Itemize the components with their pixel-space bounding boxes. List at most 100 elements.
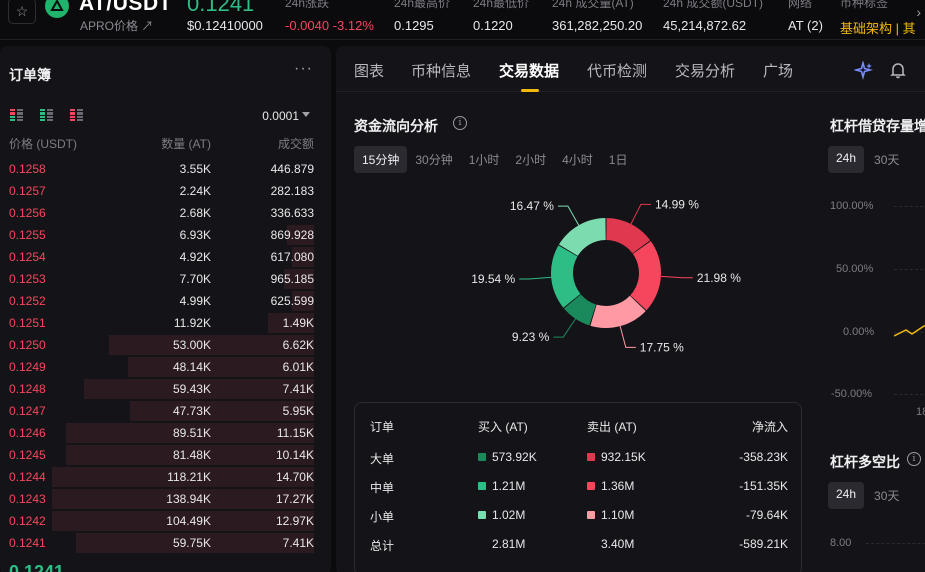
sell-cell: 3.40M	[601, 537, 635, 551]
ask-row[interactable]: 0.1248 59.43K 7.41K	[0, 378, 331, 400]
chevron-down-icon[interactable]	[302, 112, 310, 117]
view-bids-icon[interactable]	[40, 109, 54, 121]
fund-flow-title: 资金流向分析	[354, 118, 438, 134]
ask-turnover: 10.14K	[275, 448, 314, 462]
info-icon[interactable]: i	[453, 116, 467, 130]
ask-price: 0.1257	[9, 184, 46, 198]
legend-square	[478, 453, 486, 461]
net-cell: -79.64K	[745, 508, 788, 522]
ask-turnover: 625.599	[270, 294, 314, 308]
tab-trading-data[interactable]: 交易数据	[499, 60, 559, 81]
ask-row[interactable]: 0.1250 53.00K 6.62K	[0, 334, 331, 356]
range-30d[interactable]: 30天	[866, 482, 907, 509]
y-tick: 100.00%	[830, 200, 874, 212]
stat-value: 0.1220	[473, 18, 513, 33]
slice-label: 17.75 %	[640, 340, 684, 354]
ask-row[interactable]: 0.1245 81.48K 10.14K	[0, 444, 331, 466]
chevron-right-icon[interactable]: ›	[916, 4, 921, 20]
tick-size-select[interactable]: 0.0001	[262, 109, 299, 123]
ask-row[interactable]: 0.1258 3.55K 446.879	[0, 158, 331, 180]
header-qty: 数量 (AT)	[161, 137, 211, 151]
net-cell: -589.21K	[739, 537, 788, 551]
ask-price: 0.1256	[9, 206, 46, 220]
stat-value: AT (2)	[788, 18, 823, 33]
sell-cell: 1.36M	[587, 479, 634, 493]
interval-2h[interactable]: 2小时	[507, 146, 554, 173]
ai-sparkle-icon[interactable]	[852, 59, 874, 84]
ask-row[interactable]: 0.1257 2.24K 282.183	[0, 180, 331, 202]
orderbook-last-price: 0.1241	[9, 562, 65, 572]
ask-row[interactable]: 0.1246 89.51K 11.15K	[0, 422, 331, 444]
interval-4h[interactable]: 4小时	[554, 146, 601, 173]
header-price: 价格 (USDT)	[9, 137, 77, 151]
ask-row[interactable]: 0.1252 4.99K 625.599	[0, 290, 331, 312]
ask-qty: 4.99K	[179, 294, 211, 308]
buy-cell: 1.21M	[478, 479, 525, 493]
leader-line	[619, 324, 636, 348]
ask-row[interactable]: 0.1244 118.21K 14.70K	[0, 466, 331, 488]
sell-cell: 932.15K	[587, 450, 646, 464]
ask-row[interactable]: 0.1247 47.73K 5.95K	[0, 400, 331, 422]
range-30d[interactable]: 30天	[866, 146, 907, 173]
net-cell: -151.35K	[739, 479, 788, 493]
grid-line	[866, 543, 925, 544]
ask-price: 0.1249	[9, 360, 46, 374]
y-tick: 8.00	[830, 537, 852, 549]
ask-price: 0.1248	[9, 382, 46, 396]
ask-qty: 2.24K	[179, 184, 211, 198]
ask-turnover: 446.879	[270, 162, 314, 176]
more-options-icon[interactable]: ···	[294, 60, 313, 78]
bell-icon[interactable]	[889, 61, 907, 82]
ask-row[interactable]: 0.1255 6.93K 869.928	[0, 224, 331, 246]
ask-row[interactable]: 0.1242 104.49K 12.97K	[0, 510, 331, 532]
interval-1h[interactable]: 1小时	[461, 146, 508, 173]
fund-flow-table: 订单 买入 (AT) 卖出 (AT) 净流入 大单 573.92K 932.15…	[354, 402, 802, 572]
stat-value: 361,282,250.20	[552, 18, 643, 33]
ask-row[interactable]: 0.1253 7.70K 965.185	[0, 268, 331, 290]
buy-cell: 1.02M	[478, 508, 525, 522]
ask-price: 0.1246	[9, 426, 46, 440]
interval-1d[interactable]: 1日	[601, 146, 636, 173]
net-cell: -358.23K	[739, 450, 788, 464]
view-both-icon[interactable]	[10, 109, 24, 121]
tab-chart[interactable]: 图表	[354, 60, 384, 81]
tab-square[interactable]: 广场	[763, 60, 793, 81]
pair-name[interactable]: AT/USDT	[79, 0, 172, 16]
ask-turnover: 282.183	[270, 184, 314, 198]
tab-coin-info[interactable]: 币种信息	[411, 60, 471, 81]
ask-qty: 89.51K	[172, 426, 211, 440]
range-24h[interactable]: 24h	[828, 146, 865, 173]
slice-label: 9.23 %	[512, 330, 550, 344]
ask-qty: 138.94K	[166, 492, 211, 506]
ask-row[interactable]: 0.1254 4.92K 617.080	[0, 246, 331, 268]
favorite-star-icon[interactable]: ☆	[8, 0, 36, 24]
view-asks-icon[interactable]	[70, 109, 84, 121]
ask-row[interactable]: 0.1249 48.14K 6.01K	[0, 356, 331, 378]
margin-ratio-range: 24h 30天	[828, 482, 909, 509]
ask-price: 0.1247	[9, 404, 46, 418]
tab-token-check[interactable]: 代币检测	[587, 60, 647, 81]
interval-15m[interactable]: 15分钟	[354, 146, 408, 173]
range-24h[interactable]: 24h	[828, 482, 865, 509]
ask-qty: 6.93K	[179, 228, 211, 242]
coin-price-link[interactable]: APRO价格 ↗	[80, 17, 153, 34]
ask-turnover: 869.928	[270, 228, 314, 242]
stat-value: 基础架构 | 其	[840, 21, 916, 36]
col-buy: 买入 (AT)	[478, 420, 528, 434]
ask-price: 0.1245	[9, 448, 46, 462]
header-turnover: 成交额	[277, 137, 314, 151]
interval-30m[interactable]: 30分钟	[407, 146, 460, 173]
row-label: 中单	[370, 481, 395, 495]
leader-line	[553, 316, 578, 338]
ask-qty: 48.14K	[172, 360, 211, 374]
ask-row[interactable]: 0.1241 59.75K 7.41K	[0, 532, 331, 554]
row-label: 小单	[370, 510, 395, 524]
ask-price: 0.1251	[9, 316, 46, 330]
slice-label: 19.54 %	[471, 272, 515, 286]
col-net: 净流入	[751, 420, 788, 434]
ask-row[interactable]: 0.1256 2.68K 336.633	[0, 202, 331, 224]
ask-row[interactable]: 0.1251 11.92K 1.49K	[0, 312, 331, 334]
info-icon[interactable]: i	[907, 452, 921, 466]
ask-row[interactable]: 0.1243 138.94K 17.27K	[0, 488, 331, 510]
tab-trade-analysis[interactable]: 交易分析	[675, 60, 735, 81]
